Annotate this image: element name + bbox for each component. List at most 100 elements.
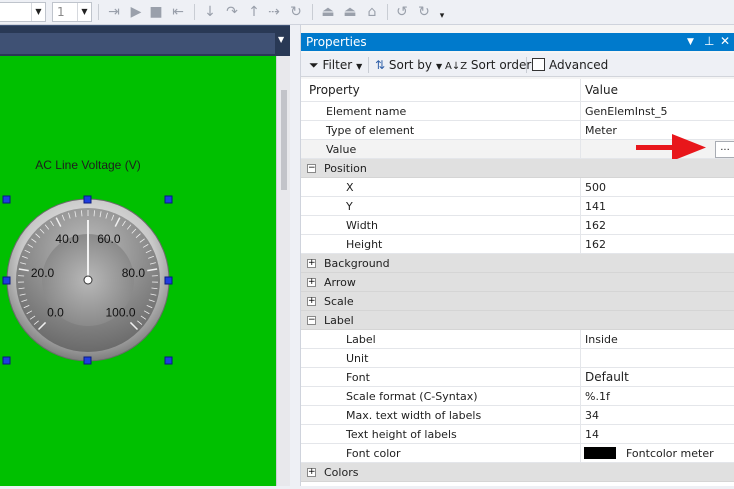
expand-icon[interactable]: +: [307, 278, 316, 287]
expand-icon[interactable]: +: [307, 468, 316, 477]
reset-icon[interactable]: ↻: [288, 4, 304, 20]
category-position[interactable]: − Position: [301, 159, 734, 178]
scrollbar-thumb[interactable]: [281, 90, 287, 190]
advanced-label: Advanced: [549, 56, 608, 74]
login-icon[interactable]: ⇥: [106, 4, 122, 20]
filter-label: Filter: [322, 58, 352, 72]
collapse-icon[interactable]: −: [307, 164, 316, 173]
property-row-font-color[interactable]: Font color Fontcolor meter: [301, 444, 734, 463]
handle-bottom-left[interactable]: [3, 357, 10, 364]
document-tab[interactable]: [0, 33, 275, 54]
property-name: Width: [346, 219, 378, 232]
category-colors[interactable]: + Colors: [301, 463, 734, 482]
property-name: Element name: [326, 105, 406, 118]
handle-top-right[interactable]: [165, 196, 172, 203]
sort-by-button[interactable]: ⇅ Sort by▼: [375, 56, 442, 74]
property-value[interactable]: 162: [585, 238, 606, 251]
meter-element[interactable]: AC Line Voltage (V) 0.020.040.060.080.01…: [0, 56, 276, 486]
property-value[interactable]: 141: [585, 200, 606, 213]
close-icon[interactable]: ✕: [720, 34, 730, 48]
step-into-icon[interactable]: ↓: [202, 4, 218, 20]
property-name: Y: [346, 200, 353, 213]
property-value[interactable]: Meter: [585, 124, 617, 137]
meter-scale-label: 40.0: [55, 232, 79, 246]
toolbar-separator: [194, 4, 195, 20]
run-icon[interactable]: ▶: [128, 4, 144, 20]
undo-icon[interactable]: ↺: [394, 4, 410, 20]
handle-left[interactable]: [3, 277, 10, 284]
expand-icon[interactable]: +: [307, 259, 316, 268]
chevron-down-icon: ▼: [77, 3, 91, 21]
toolbar-combo-2[interactable]: 1 ▼: [52, 2, 92, 22]
category-label: Scale: [324, 295, 354, 308]
property-value[interactable]: 34: [585, 409, 599, 422]
step-out-icon[interactable]: ↑: [246, 4, 262, 20]
advanced-checkbox[interactable]: [532, 58, 545, 71]
minor-tick: [81, 210, 82, 216]
property-row-text-height[interactable]: Text height of labels 14: [301, 425, 734, 444]
property-value[interactable]: %.1f: [585, 390, 610, 403]
handle-bottom[interactable]: [84, 357, 91, 364]
property-row-width[interactable]: Width 162: [301, 216, 734, 235]
property-row-height[interactable]: Height 162: [301, 235, 734, 254]
step-over-icon[interactable]: ↷: [224, 4, 240, 20]
property-row-max-text-width[interactable]: Max. text width of labels 34: [301, 406, 734, 425]
property-row-y[interactable]: Y 141: [301, 197, 734, 216]
property-row-value[interactable]: Value ...: [301, 140, 734, 159]
stop-icon[interactable]: ■: [148, 4, 164, 20]
property-value[interactable]: 14: [585, 428, 599, 441]
pane-splitter[interactable]: [290, 25, 300, 486]
write-values-icon[interactable]: ⏏: [320, 4, 336, 20]
canvas-scrollbar[interactable]: [276, 56, 290, 486]
window-menu-icon[interactable]: ▼: [687, 37, 694, 47]
filter-icon: ⏷: [309, 58, 319, 72]
property-row-x[interactable]: X 500: [301, 178, 734, 197]
handle-right[interactable]: [165, 277, 172, 284]
filter-button[interactable]: ⏷ Filter▼: [309, 56, 362, 74]
property-value[interactable]: Fontcolor meter: [626, 447, 714, 460]
property-value[interactable]: Default: [585, 370, 629, 384]
sort-by-icon: ⇅: [375, 58, 385, 72]
category-label: Label: [324, 314, 354, 327]
property-row-font[interactable]: Font Default: [301, 368, 734, 387]
collapse-icon[interactable]: −: [307, 316, 316, 325]
category-label: Colors: [324, 466, 358, 479]
property-name: X: [346, 181, 354, 194]
minor-tick: [94, 210, 95, 216]
toolbar-separator: [98, 4, 99, 20]
force-values-icon[interactable]: ⏏: [342, 4, 358, 20]
meter-scale-label: 80.0: [122, 266, 146, 280]
pin-icon[interactable]: ⊥: [704, 34, 714, 48]
property-name: Unit: [346, 352, 368, 365]
run-to-cursor-icon[interactable]: ⇢: [266, 4, 282, 20]
unforce-icon[interactable]: ⌂: [364, 4, 380, 20]
color-swatch[interactable]: [584, 447, 616, 459]
property-value[interactable]: 162: [585, 219, 606, 232]
logout-icon[interactable]: ⇤: [170, 4, 186, 20]
property-row-scale-format[interactable]: Scale format (C-Syntax) %.1f: [301, 387, 734, 406]
handle-bottom-right[interactable]: [165, 357, 172, 364]
property-row-unit[interactable]: Unit: [301, 349, 734, 368]
property-row-element-name[interactable]: Element name GenElemInst_5: [301, 102, 734, 121]
handle-top[interactable]: [84, 196, 91, 203]
property-value[interactable]: 500: [585, 181, 606, 194]
toolbar-combo-1[interactable]: ▼: [0, 2, 46, 22]
property-value[interactable]: Inside: [585, 333, 618, 346]
value-ellipsis-button[interactable]: ...: [715, 141, 734, 158]
main-toolbar: ▼ 1 ▼ ⇥ ▶ ■ ⇤ ↓ ↷ ↑ ⇢ ↻ ⏏ ⏏ ⌂ ↺ ↻ ▾: [0, 0, 734, 25]
expand-icon[interactable]: +: [307, 297, 316, 306]
category-arrow[interactable]: + Arrow: [301, 273, 734, 292]
property-row-label[interactable]: Label Inside: [301, 330, 734, 349]
category-scale[interactable]: + Scale: [301, 292, 734, 311]
handle-top-left[interactable]: [3, 196, 10, 203]
property-value[interactable]: GenElemInst_5: [585, 105, 668, 118]
toolbar-separator: [368, 57, 369, 73]
chevron-down-icon[interactable]: ▼: [278, 35, 284, 44]
redo-icon[interactable]: ↻: [416, 4, 432, 20]
sort-order-button[interactable]: A↓Z Sort order▼: [445, 56, 541, 74]
category-label: Position: [324, 162, 367, 175]
category-background[interactable]: + Background: [301, 254, 734, 273]
visualization-canvas[interactable]: AC Line Voltage (V) 0.020.040.060.080.01…: [0, 56, 276, 486]
category-label-group[interactable]: − Label: [301, 311, 734, 330]
overflow-icon[interactable]: ▾: [434, 8, 450, 24]
